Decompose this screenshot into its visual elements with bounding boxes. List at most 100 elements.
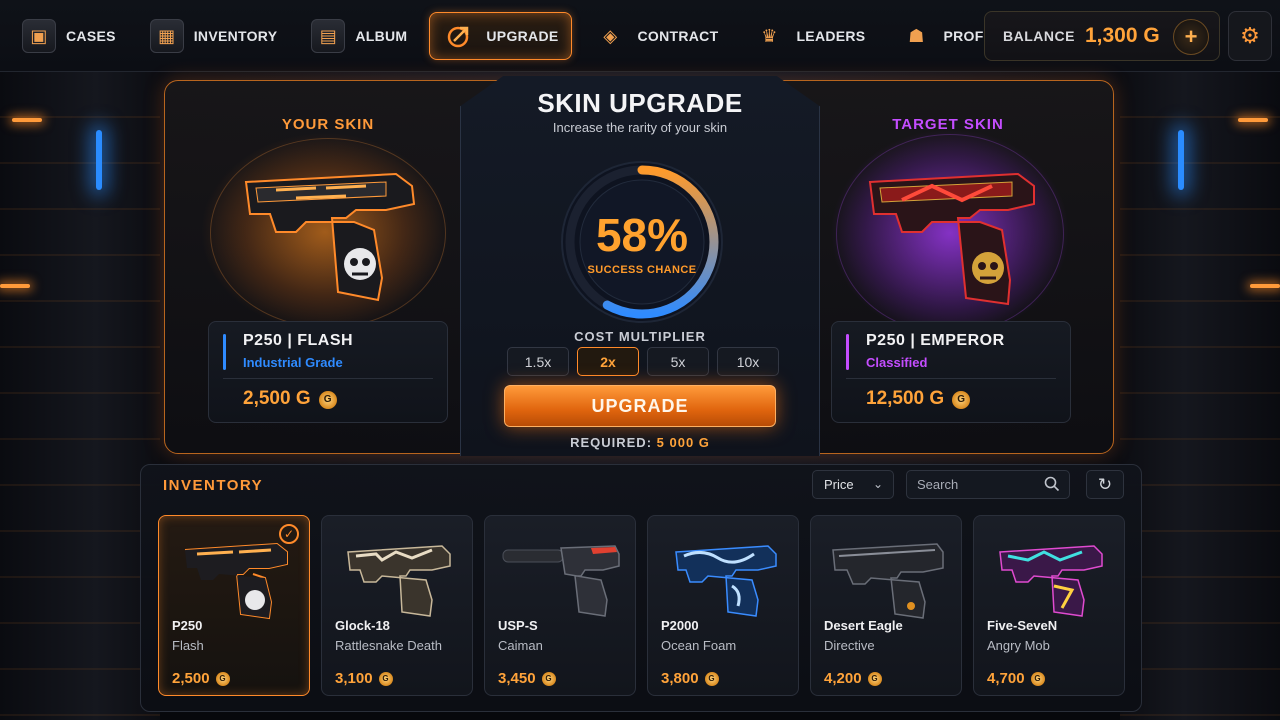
- weapon-image: [347, 545, 451, 617]
- success-chance-value: 58%: [595, 209, 689, 261]
- coin-icon: G: [867, 671, 882, 686]
- contract-icon: ◈: [603, 25, 618, 46]
- page-title: SKIN UPGRADE: [537, 88, 743, 118]
- inventory-grid: ✓ P250 Flash 2,500 G Glock-18 Rattlesnake…: [158, 515, 1125, 696]
- item-price: 3,450: [498, 670, 536, 687]
- nav-item-inventory[interactable]: ▦ INVENTORY: [138, 12, 290, 60]
- page-subtitle: Increase the rarity of your skin: [552, 120, 728, 135]
- background-blue-light: [1178, 130, 1184, 190]
- your-skin-grade: Industrial Grade: [243, 355, 343, 370]
- item-price-row: 2,500 G: [172, 670, 230, 687]
- item-price: 3,100: [335, 670, 373, 687]
- item-skin: Directive: [824, 638, 875, 653]
- search-box: [906, 470, 1070, 499]
- multiplier-option[interactable]: 10x: [717, 347, 779, 376]
- item-weapon: Glock-18: [335, 618, 390, 633]
- nav-item-leaders[interactable]: ♛ LEADERS: [740, 12, 877, 60]
- background-light-strip: [1238, 118, 1268, 122]
- search-icon[interactable]: [1044, 476, 1060, 492]
- required-label: REQUIRED:: [570, 435, 653, 450]
- balance-widget: BALANCE 1,300 G +: [984, 11, 1220, 61]
- success-chance-caption: SUCCESS CHANCE: [587, 264, 697, 276]
- coin-icon: G: [318, 390, 337, 409]
- item-weapon: Five-SeveN: [987, 618, 1058, 633]
- nav-label: INVENTORY: [193, 28, 278, 44]
- item-price-row: 3,450 G: [498, 670, 556, 687]
- search-input[interactable]: [917, 477, 1037, 492]
- balance-label: BALANCE: [1003, 28, 1075, 44]
- item-price-row: 4,200 G: [824, 670, 882, 687]
- top-navigation-bar: ▣ CASES ▦ INVENTORY ▤ ALBUM UPGRADE ◈ CO…: [0, 0, 1280, 72]
- item-price: 4,700: [987, 670, 1025, 687]
- weapon-image: [675, 545, 777, 617]
- background-light-strip: [12, 118, 42, 122]
- your-skin-price-row: 2,500 G G: [243, 388, 337, 410]
- item-weapon: Desert Eagle: [824, 618, 903, 633]
- background-corridor-right: [1120, 70, 1280, 720]
- coin-icon: G: [215, 671, 230, 686]
- item-price-row: 3,100 G: [335, 670, 393, 687]
- your-skin-name: P250 | FLASH: [243, 332, 354, 349]
- refresh-icon: ↻: [1097, 474, 1113, 494]
- background-light-strip: [0, 284, 30, 288]
- cost-multiplier-options: 1.5x 2x 5x 10x: [507, 347, 787, 376]
- add-funds-button[interactable]: +: [1173, 19, 1209, 55]
- your-skin-heading: YOUR SKIN: [281, 116, 375, 133]
- target-skin-card[interactable]: P250 | EMPEROR Classified 12,500 G G: [831, 321, 1071, 423]
- item-price-row: 4,700 G: [987, 670, 1045, 687]
- inventory-item[interactable]: Glock-18 Rattlesnake Death 3,100 G: [321, 515, 473, 696]
- weapon-image: [184, 542, 288, 620]
- upgrade-button[interactable]: UPGRADE: [504, 385, 776, 427]
- rarity-bar: [846, 334, 849, 370]
- target-skin-price: 12,500 G: [866, 388, 945, 409]
- background-corridor-left: [0, 70, 160, 720]
- inventory-icon: ▦: [149, 19, 184, 53]
- upgrade-icon: [442, 19, 476, 53]
- gear-icon: ⚙: [1240, 23, 1260, 48]
- multiplier-option-selected[interactable]: 2x: [577, 347, 639, 376]
- sort-label: Price: [824, 477, 854, 492]
- item-skin: Flash: [172, 638, 204, 653]
- coin-icon: G: [1030, 671, 1045, 686]
- chevron-down-icon: ⌄: [872, 477, 883, 491]
- inventory-item[interactable]: Desert Eagle Directive 4,200 G: [810, 515, 962, 696]
- main-nav: ▣ CASES ▦ INVENTORY ▤ ALBUM UPGRADE ◈ CO…: [10, 10, 1028, 62]
- rarity-bar: [223, 334, 226, 370]
- nav-label: UPGRADE: [486, 28, 559, 44]
- nav-item-contract[interactable]: ◈ CONTRACT: [582, 12, 731, 60]
- item-price: 4,200: [824, 670, 862, 687]
- your-skin-card[interactable]: P250 | FLASH Industrial Grade 2,500 G G: [208, 321, 448, 423]
- background-blue-light: [96, 130, 102, 190]
- refresh-button[interactable]: ↻: [1086, 470, 1124, 499]
- cost-multiplier-label: COST MULTIPLIER: [574, 329, 706, 344]
- item-price-row: 3,800 G: [661, 670, 719, 687]
- case-icon: ▣: [22, 19, 56, 53]
- nav-item-upgrade[interactable]: UPGRADE: [429, 12, 572, 60]
- nav-label: ALBUM: [355, 28, 408, 44]
- crown-icon: ♛: [761, 25, 778, 46]
- settings-button[interactable]: ⚙: [1228, 11, 1272, 61]
- weapon-image: [999, 545, 1103, 617]
- item-weapon: P250: [172, 618, 203, 633]
- item-skin: Angry Mob: [987, 638, 1050, 653]
- inventory-item[interactable]: ✓ P250 Flash 2,500 G: [158, 515, 310, 696]
- coin-icon: G: [952, 390, 971, 409]
- item-skin: Caiman: [498, 638, 543, 653]
- weapon-image: [502, 545, 620, 617]
- nav-item-album[interactable]: ▤ ALBUM: [299, 12, 419, 60]
- multiplier-option[interactable]: 5x: [647, 347, 709, 376]
- multiplier-option[interactable]: 1.5x: [507, 347, 569, 376]
- nav-item-cases[interactable]: ▣ CASES: [10, 12, 128, 60]
- your-skin-image: [244, 172, 416, 302]
- inventory-item[interactable]: Five-SeveN Angry Mob 4,700 G: [973, 515, 1125, 696]
- item-price: 2,500: [172, 670, 210, 687]
- inventory-item[interactable]: USP-S Caiman 3,450 G: [484, 515, 636, 696]
- weapon-image: [832, 543, 944, 619]
- item-skin: Rattlesnake Death: [335, 638, 442, 653]
- inventory-item[interactable]: P2000 Ocean Foam 3,800 G: [647, 515, 799, 696]
- sort-dropdown[interactable]: Price ⌄: [812, 470, 894, 499]
- target-skin-price-row: 12,500 G G: [866, 388, 971, 410]
- nav-label: CASES: [66, 28, 116, 44]
- divider: [846, 378, 1056, 379]
- divider: [223, 378, 433, 379]
